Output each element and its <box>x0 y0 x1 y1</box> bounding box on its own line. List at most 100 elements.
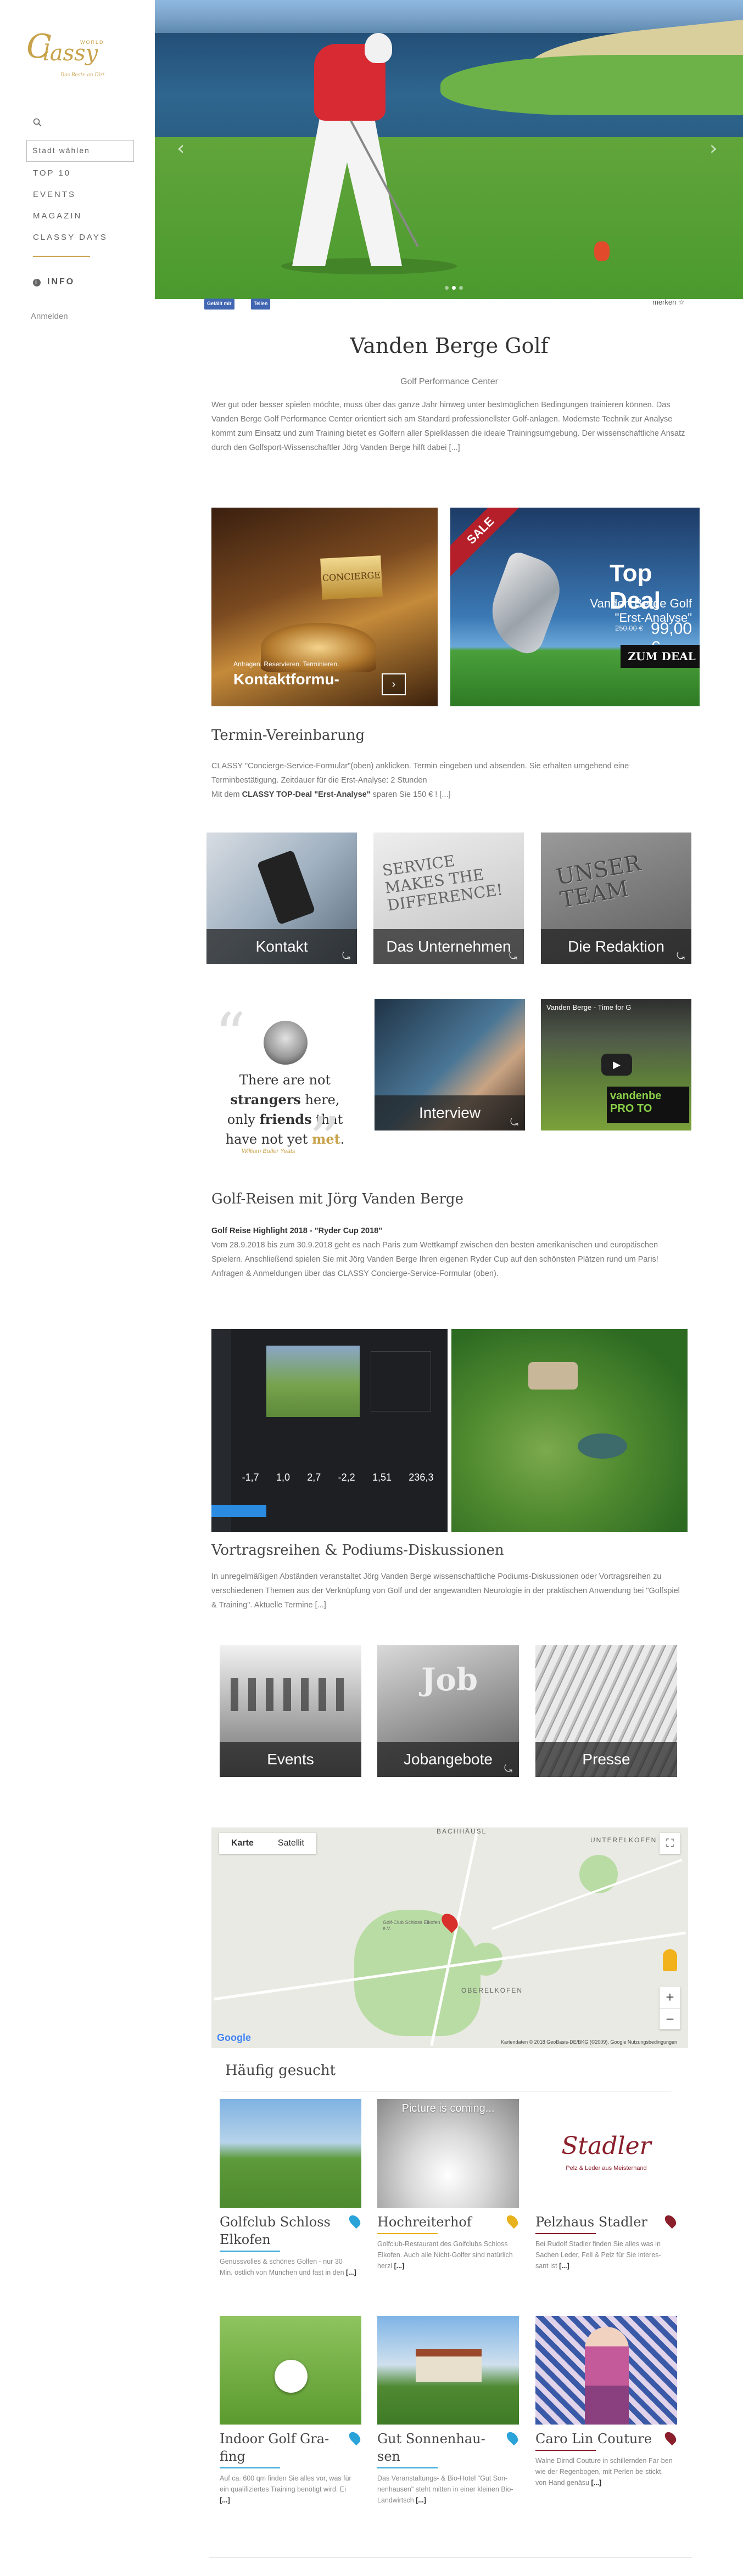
city-select[interactable]: Stadt wählen <box>26 140 134 162</box>
slider-dot[interactable] <box>445 286 449 290</box>
google-map[interactable]: BACHHÄUSL UNTERELKOFEN OBERELKOFEN Golf-… <box>211 1827 688 2048</box>
map-tab-karte[interactable]: Karte <box>219 1833 266 1854</box>
place-card[interactable]: Golfclub Schloss Elkofen Genussvolles & … <box>220 2099 363 2278</box>
dirndl-model <box>585 2327 629 2425</box>
quote-author: William Butler Yeats <box>242 1148 295 1155</box>
place-card[interactable]: Caro Lin Couture Walne Dirndl Couture in… <box>535 2316 679 2488</box>
quote-line1: There are not <box>239 1072 331 1088</box>
location-pin-icon <box>347 2429 363 2446</box>
play-icon[interactable]: ▶ <box>601 1054 632 1076</box>
vortrag-text: In unregelmäßigen Abständen veranstaltet… <box>211 1572 680 1610</box>
events-label: Events <box>267 1751 314 1768</box>
interview-tile[interactable]: Interview ⤿ <box>375 999 525 1130</box>
deal-club-image <box>480 549 569 658</box>
events-tile[interactable]: Events <box>220 1645 361 1777</box>
place-name[interactable]: Golfclub Schloss Elkofen <box>220 2213 340 2248</box>
termin-text: CLASSY "Concierge-Service-Formular"(oben… <box>211 759 687 802</box>
page-title: Vanden Berge Golf <box>350 334 549 358</box>
place-desc: Bei Rudolf Stadler finden Sie alles was … <box>535 2238 673 2271</box>
place-card[interactable]: Stadler Pelz & Leder aus Meisterhand Pel… <box>535 2099 679 2271</box>
hero-slider[interactable]: ‹ › <box>155 0 743 299</box>
map-credits[interactable]: Kartendaten © 2018 GeoBasis-DE/BKG (©200… <box>501 2039 677 2045</box>
aerial-clubhouse <box>528 1362 578 1390</box>
place-image <box>220 2099 361 2208</box>
nav-events[interactable]: EVENTS <box>33 190 76 199</box>
deal-button[interactable]: ZUM DEAL <box>621 645 700 668</box>
quote-block: “ There are not strangers here, only fri… <box>211 999 359 1169</box>
quote-open-mark: “ <box>215 1000 246 1070</box>
place-image <box>220 2316 361 2425</box>
vortrag-heading: Vortragsreihen & Podiums-Diskussionen <box>211 1542 504 1559</box>
classy-logo[interactable]: C lassy WORLD Das Beste an Dir! <box>26 27 109 82</box>
zoom-in-button[interactable]: + <box>660 1987 680 2008</box>
place-name[interactable]: Caro Lin Couture <box>535 2430 656 2448</box>
facebook-like-button[interactable]: Gefällt mir <box>204 299 234 310</box>
read-more-link[interactable]: [...] <box>416 2496 426 2504</box>
map-tab-satellit[interactable]: Satellit <box>266 1833 316 1854</box>
map-label: BACHHÄUSL <box>437 1827 487 1835</box>
logo-world: WORLD <box>80 40 104 45</box>
jobangebote-caption: Jobangebote ⤿ <box>377 1742 519 1777</box>
quote-have: have not yet <box>225 1132 312 1147</box>
swing-analysis-screenshot: -1,7 1,0 2,7 -2,2 1,51 236,3 <box>211 1329 448 1532</box>
presse-tile[interactable]: Presse <box>535 1645 677 1777</box>
facebook-share-button[interactable]: Teilen <box>251 299 271 310</box>
read-more-link[interactable]: [...] <box>591 2479 601 2487</box>
nav-top10[interactable]: TOP 10 <box>33 168 71 178</box>
nav-magazin[interactable]: MAGAZIN <box>33 211 82 221</box>
read-more-link[interactable]: [...] <box>220 2496 230 2504</box>
slider-dot-active[interactable] <box>452 286 456 290</box>
place-name[interactable]: Gut Sonnenhau-sen <box>377 2430 498 2465</box>
video-tile[interactable]: Vanden Berge - Time for G ▶ vandenbe PRO… <box>541 999 691 1130</box>
unternehmen-tile[interactable]: SERVICE MAKES THE DIFFERENCE! Das Untern… <box>373 833 524 964</box>
place-card[interactable]: Indoor Golf Gra-fing Auf ca. 600 qm find… <box>220 2316 363 2506</box>
app-trajectory-panel <box>371 1351 431 1411</box>
place-card[interactable]: Gut Sonnenhau-sen Das Veranstaltungs- & … <box>377 2316 521 2506</box>
bookmark-link[interactable]: merken ☆ <box>652 298 685 307</box>
zoom-out-button[interactable]: − <box>660 2008 680 2029</box>
nav-classy-days[interactable]: CLASSY DAYS <box>33 233 108 242</box>
info-button[interactable]: i INFO <box>33 277 75 287</box>
fullscreen-icon[interactable]: ⛶ <box>660 1833 680 1854</box>
concierge-go-button[interactable]: › <box>382 673 406 695</box>
place-underline <box>220 2467 280 2468</box>
unternehmen-label: Das Unternehmen <box>386 938 511 955</box>
stadler-logo: Stadler <box>561 2132 651 2160</box>
stat-value: -2,2 <box>338 1472 355 1483</box>
slider-next-arrow[interactable]: › <box>710 137 717 160</box>
place-underline <box>220 2251 280 2252</box>
read-more-link[interactable]: [...] <box>346 2269 356 2276</box>
concierge-tile[interactable]: CONCIERGE Anfragen. Reservieren. Termini… <box>211 508 438 706</box>
kontakt-tile[interactable]: Kontakt ⤿ <box>206 833 357 964</box>
link-icon: ⤿ <box>509 950 517 961</box>
location-pin-icon <box>347 2213 363 2229</box>
jobangebote-tile[interactable]: Job Jobangebote ⤿ <box>377 1645 519 1777</box>
place-desc-text: Das Veranstaltungs- & Bio-Hotel "Gut Son… <box>377 2474 513 2504</box>
login-link[interactable]: Anmelden <box>31 312 68 321</box>
app-action-button[interactable] <box>211 1505 266 1517</box>
termin-deal-link[interactable]: CLASSY TOP-Deal "Erst-Analyse" <box>242 790 371 799</box>
place-name[interactable]: Hochreiterhof <box>377 2213 498 2231</box>
deal-old-price: 250,00 € <box>615 624 643 632</box>
pegman-icon[interactable] <box>663 1949 677 1971</box>
redaktion-tile[interactable]: UNSER TEAM Die Redaktion ⤿ <box>541 833 691 964</box>
place-image <box>377 2316 519 2425</box>
quote-friends: friends <box>259 1111 312 1127</box>
place-card[interactable]: Picture is coming... Hochreiterhof Golfc… <box>377 2099 521 2271</box>
video-title: Vanden Berge - Time for G <box>546 1003 632 1011</box>
reisen-highlight: Golf Reise Highlight 2018 - "Ryder Cup 2… <box>211 1227 383 1235</box>
search-icon[interactable] <box>33 118 42 127</box>
map-type-switch: Karte Satellit <box>219 1833 316 1854</box>
top-deal-tile[interactable]: SALE Top Deal Vanden Berge Golf "Erst-An… <box>450 508 700 706</box>
place-desc: Auf ca. 600 qm finden Sie alles vor, was… <box>220 2473 357 2506</box>
place-name[interactable]: Indoor Golf Gra-fing <box>220 2430 340 2465</box>
map-label: OBERELKOFEN <box>461 1987 523 1994</box>
slider-prev-arrow[interactable]: ‹ <box>177 137 185 160</box>
place-name[interactable]: Pelzhaus Stadler <box>535 2213 656 2231</box>
read-more-link[interactable]: [...] <box>394 2262 405 2270</box>
place-underline <box>377 2233 438 2234</box>
read-more-link[interactable]: [...] <box>559 2262 569 2270</box>
stat-value: -1,7 <box>242 1472 259 1483</box>
termin-text-prefix: Mit dem <box>211 790 242 799</box>
slider-dot[interactable] <box>459 286 463 290</box>
